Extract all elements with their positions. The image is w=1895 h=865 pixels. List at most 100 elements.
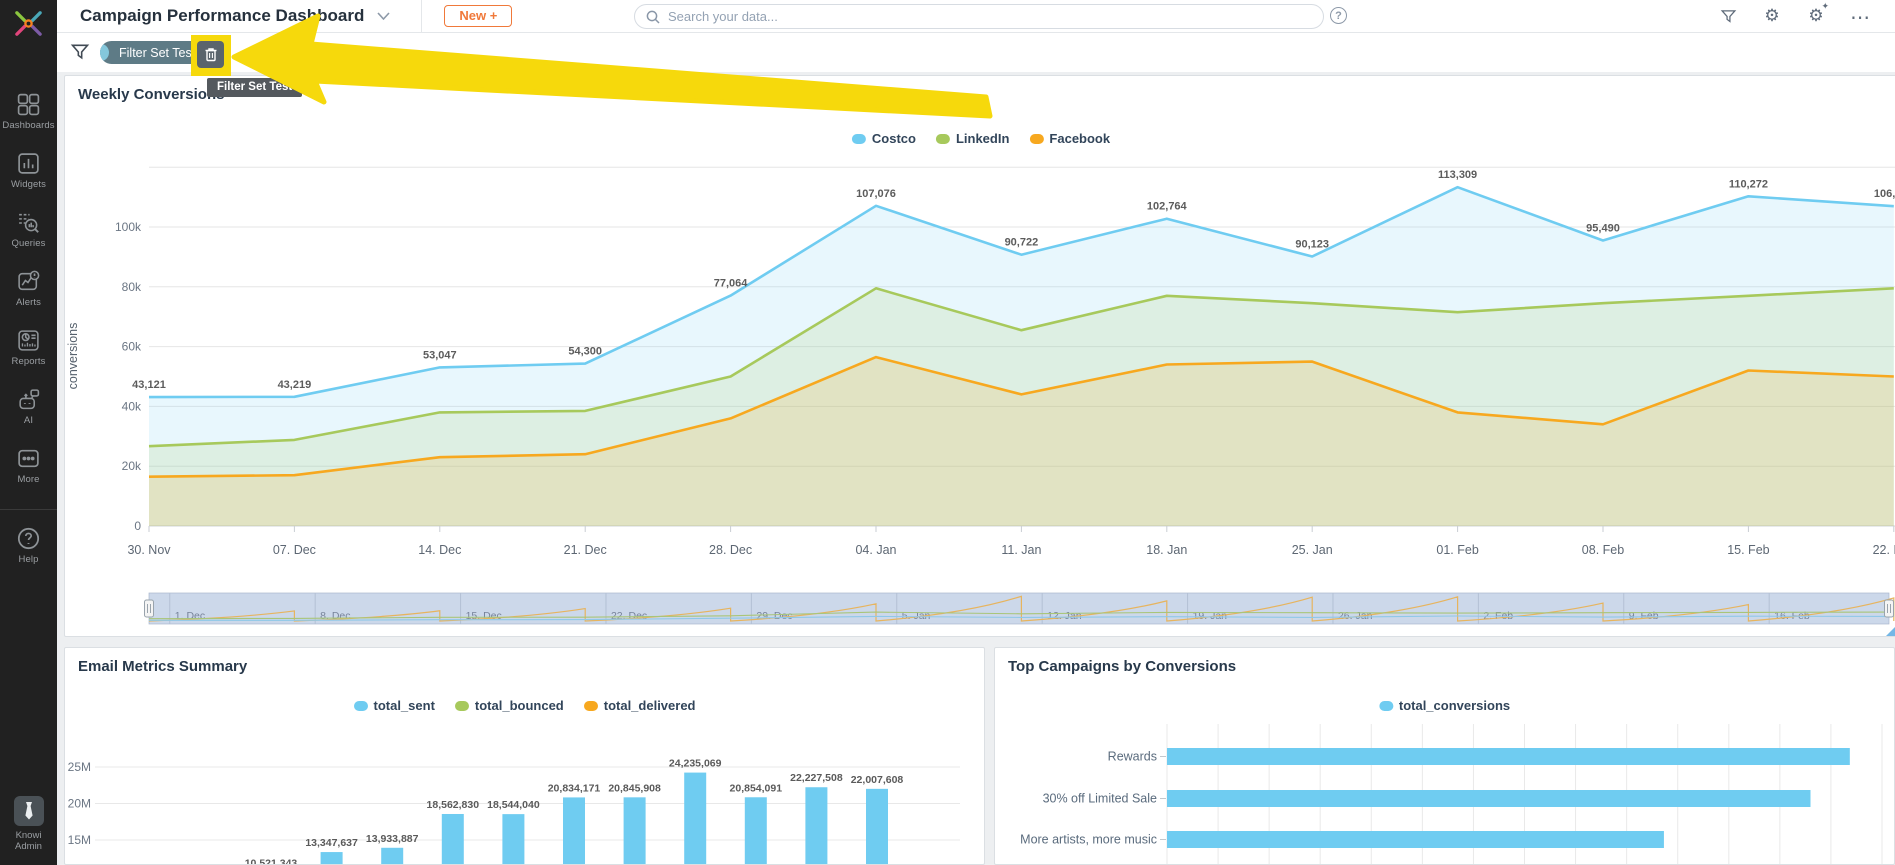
svg-text:107,076: 107,076 <box>856 188 896 200</box>
legend-swatch <box>852 134 866 144</box>
dashboard-title: Campaign Performance Dashboard <box>80 6 364 26</box>
sparkle-icon: ✦ <box>1821 3 1829 12</box>
sidebar-item-alerts[interactable]: Alerts <box>16 269 41 308</box>
filters-funnel-icon[interactable] <box>70 42 90 67</box>
sidebar-label: Reports <box>12 356 46 367</box>
sidebar-item-widgets[interactable]: Widgets <box>11 151 46 190</box>
svg-text:18,544,040: 18,544,040 <box>487 799 540 811</box>
weekly-conversions-chart[interactable]: 020k40k60k80k100kconversions30. Nov07. D… <box>65 76 1895 637</box>
alerts-icon <box>16 269 41 294</box>
settings-gear-icon[interactable]: ⚙ <box>1762 7 1782 27</box>
legend-swatch <box>584 701 598 711</box>
admin-label: Knowi Admin <box>15 830 42 852</box>
svg-text:20k: 20k <box>122 459 142 473</box>
chevron-down-icon <box>376 11 391 21</box>
search-input[interactable] <box>668 9 1323 24</box>
app-root: Dashboards Widgets Queries <box>0 0 1895 865</box>
chip-accent <box>100 44 109 61</box>
sidebar-item-more[interactable]: More <box>16 446 41 485</box>
legend-item-total-bounced[interactable]: total_bounced <box>455 698 564 713</box>
widget-title: Top Campaigns by Conversions <box>1008 658 1236 675</box>
svg-text:15M: 15M <box>68 833 91 847</box>
necktie-icon <box>20 801 38 821</box>
legend-item-facebook[interactable]: Facebook <box>1029 131 1110 146</box>
sidebar-item-dashboards[interactable]: Dashboards <box>2 92 54 131</box>
filter-set-tooltip: Filter Set Test <box>207 78 302 97</box>
svg-text:0: 0 <box>134 519 141 533</box>
legend-item-linkedin[interactable]: LinkedIn <box>936 131 1009 146</box>
help-icon <box>16 526 41 551</box>
svg-text:22. Dec: 22. Dec <box>611 610 647 622</box>
dashboards-icon <box>16 92 41 117</box>
widget-top-campaigns: Top Campaigns by Conversions total_conve… <box>994 647 1895 865</box>
legend-label: LinkedIn <box>956 131 1009 146</box>
legend-label: Facebook <box>1049 131 1110 146</box>
global-search <box>634 4 1324 29</box>
svg-text:60k: 60k <box>122 340 142 354</box>
delete-filter-set-button[interactable] <box>197 41 224 68</box>
svg-text:08. Feb: 08. Feb <box>1582 543 1624 557</box>
svg-text:19. Jan: 19. Jan <box>1193 610 1228 622</box>
ellipsis-menu-icon[interactable]: ⋯ <box>1850 7 1870 27</box>
campaigns-category-labels: Rewards30% off Limited SaleMore artists,… <box>1020 750 1166 847</box>
filter-icon[interactable] <box>1718 7 1738 27</box>
svg-text:80k: 80k <box>122 280 142 294</box>
svg-text:15. Feb: 15. Feb <box>1727 543 1769 557</box>
svg-text:07. Dec: 07. Dec <box>273 543 316 557</box>
svg-text:40k: 40k <box>122 399 142 413</box>
navigator-handle-left[interactable] <box>145 600 154 617</box>
svg-text:113,309: 113,309 <box>1438 169 1477 181</box>
reports-icon <box>16 328 41 353</box>
ai-settings-icon[interactable]: ⚙✦ <box>1806 7 1826 27</box>
svg-text:22,007,608: 22,007,608 <box>851 774 904 786</box>
legend-item-total-delivered[interactable]: total_delivered <box>584 698 696 713</box>
svg-text:04. Jan: 04. Jan <box>855 543 896 557</box>
weekly-xaxis: 30. Nov07. Dec14. Dec21. Dec28. Dec04. J… <box>127 526 1895 557</box>
legend-item-total-sent[interactable]: total_sent <box>353 698 434 713</box>
svg-text:30% off Limited Sale: 30% off Limited Sale <box>1043 792 1157 806</box>
navigator-handle-right[interactable] <box>1885 600 1894 617</box>
email-metrics-chart[interactable]: 25M20M15M10,521,34313,347,63713,933,8871… <box>65 720 985 865</box>
header-divider <box>421 0 422 33</box>
sidebar-item-help[interactable]: Help <box>16 526 41 565</box>
sidebar-item-reports[interactable]: Reports <box>12 328 46 367</box>
svg-text:21. Dec: 21. Dec <box>564 543 607 557</box>
svg-text:22,227,508: 22,227,508 <box>790 772 843 784</box>
widget-resize-handle[interactable] <box>1886 625 1895 636</box>
svg-text:18,562,830: 18,562,830 <box>427 799 480 811</box>
svg-text:29. Dec: 29. Dec <box>756 610 792 622</box>
sidebar-item-queries[interactable]: Queries <box>12 210 46 249</box>
sidebar-item-admin[interactable]: Knowi Admin <box>0 796 57 852</box>
svg-text:22. Feb: 22. Feb <box>1873 543 1895 557</box>
legend-label: total_conversions <box>1399 698 1510 713</box>
svg-text:54,300: 54,300 <box>568 346 602 358</box>
svg-text:77,064: 77,064 <box>714 278 749 290</box>
help-circle-icon[interactable]: ? <box>1330 7 1347 24</box>
svg-text:30. Nov: 30. Nov <box>127 543 171 557</box>
legend-label: total_bounced <box>475 698 564 713</box>
knowi-logo-icon[interactable] <box>13 8 44 39</box>
queries-icon <box>16 210 41 235</box>
legend-swatch <box>1379 701 1393 711</box>
sidebar-nav: Dashboards Widgets Queries <box>0 92 57 585</box>
campaigns-bars-total-conversions[interactable] <box>1167 748 1850 848</box>
ai-icon <box>16 387 41 412</box>
range-navigator[interactable]: 1. Dec8. Dec15. Dec22. Dec29. Dec5. Jan1… <box>145 593 1894 624</box>
svg-text:10,521,343: 10,521,343 <box>245 858 298 865</box>
svg-text:Rewards: Rewards <box>1108 750 1157 764</box>
legend-label: Costco <box>872 131 916 146</box>
svg-text:20,854,091: 20,854,091 <box>730 782 783 794</box>
new-button[interactable]: New + <box>444 5 512 27</box>
legend-swatch <box>455 701 469 711</box>
top-campaigns-chart[interactable]: Rewards30% off Limited SaleMore artists,… <box>995 720 1895 865</box>
legend-item-total-conversions[interactable]: total_conversions <box>1379 698 1510 713</box>
dashboard-switcher[interactable] <box>376 11 391 21</box>
svg-text:13,347,637: 13,347,637 <box>305 837 358 849</box>
legend-item-costco[interactable]: Costco <box>852 131 916 146</box>
sidebar-divider <box>0 509 57 510</box>
svg-text:14. Dec: 14. Dec <box>418 543 461 557</box>
svg-text:25M: 25M <box>68 760 91 774</box>
sidebar-label: Queries <box>12 238 46 249</box>
sidebar-item-ai[interactable]: AI <box>16 387 41 426</box>
svg-text:43,219: 43,219 <box>278 379 312 391</box>
